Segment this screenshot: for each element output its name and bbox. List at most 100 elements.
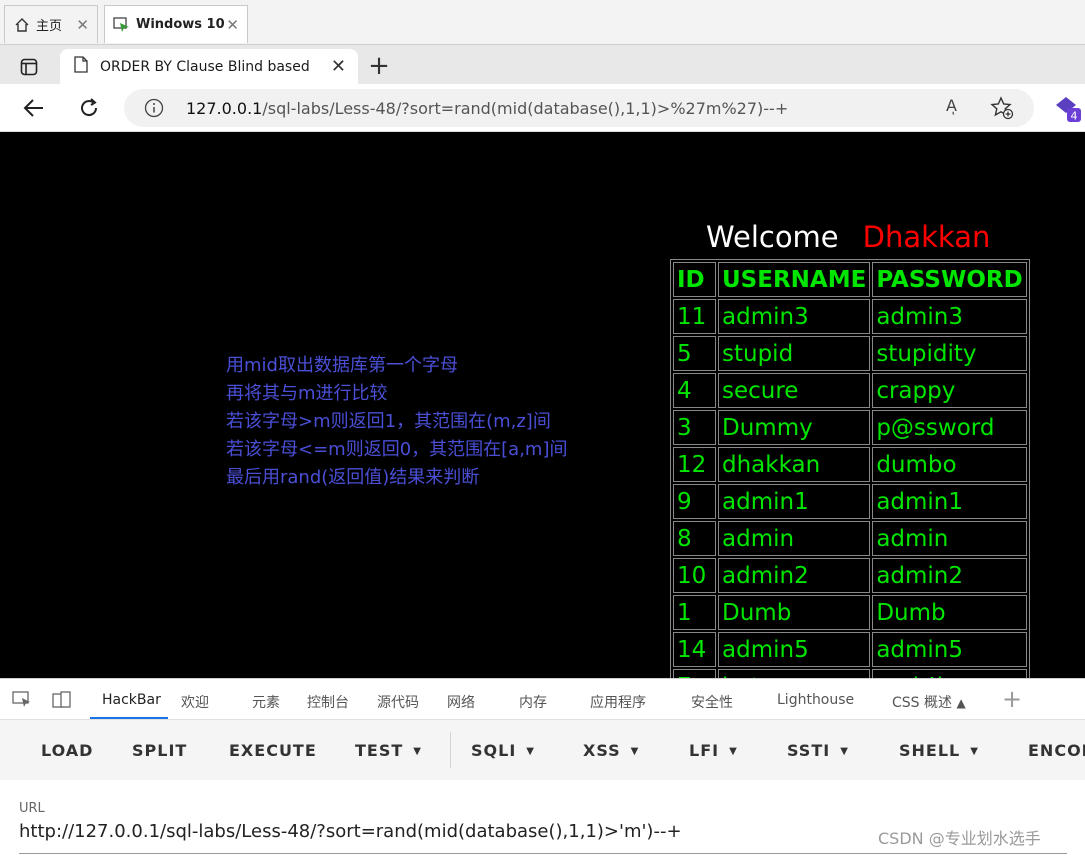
inspect-element-icon[interactable] [12,691,32,713]
lfi-menu-button[interactable]: LFI ▼ [689,741,738,760]
tab-actions-button[interactable] [10,53,48,81]
tab-memory[interactable]: 内存 [519,692,547,712]
close-icon[interactable]: ✕ [226,16,239,34]
add-favorite-icon[interactable] [990,96,1014,124]
tab-sources[interactable]: 源代码 [377,692,419,712]
encoding-menu-button[interactable]: ENCODING [1028,741,1085,760]
back-arrow-icon [23,99,43,117]
cell-password: admin1 [872,484,1027,519]
cell-password: dumbo [872,447,1027,482]
url-host: 127.0.0.1 [186,99,263,118]
note-line: 若该字母<=m则返回0，其范围在[a,m]间 [226,439,568,460]
cell-id: 10 [673,558,716,593]
xss-menu-button[interactable]: XSS ▼ [583,741,639,760]
more-tools-button[interactable]: + [1002,685,1022,713]
cell-username: admin2 [718,558,871,593]
vm-icon [113,16,131,34]
url-path: /sql-labs/Less-48/?sort=rand(mid(databas… [262,99,789,118]
tab-elements[interactable]: 元素 [252,692,280,712]
ssti-label: SSTI [787,741,831,760]
caret-down-icon: ▼ [413,746,422,757]
test-label: TEST [355,741,404,760]
browser-tab-active[interactable]: ORDER BY Clause Blind based ✕ [60,49,358,84]
note-line: 最后用rand(返回值)结果来判断 [226,467,480,488]
cell-username: Dummy [718,410,871,445]
tab-console[interactable]: 控制台 [307,692,349,712]
note-line: 再将其与m进行比较 [226,383,388,404]
devtools-tab-bar: HackBar 欢迎 元素 控制台 源代码 网络 内存 应用程序 安全性 Lig… [0,678,1085,720]
welcome-banner: Welcome Dhakkan [706,220,990,254]
refresh-button[interactable] [73,92,105,124]
table-header-row: ID USERNAME PASSWORD [673,262,1027,297]
column-header-id: ID [673,262,716,297]
vm-tab-home[interactable]: 主页 ✕ [4,5,98,43]
caret-down-icon: ▼ [840,746,849,757]
column-header-username: USERNAME [718,262,871,297]
note-line: 用mid取出数据库第一个字母 [226,355,458,376]
device-toolbar-icon[interactable] [52,691,72,713]
caret-down-icon: ▼ [970,746,979,757]
table-row: 11 admin3 admin3 [673,299,1027,334]
page-viewport: 用mid取出数据库第一个字母 再将其与m进行比较 若该字母>m则返回1，其范围在… [0,132,1085,678]
cell-username: batman [718,669,871,678]
read-aloud-icon[interactable]: Aͅ [946,96,957,115]
hackbar-url-panel: URL http://127.0.0.1/sql-labs/Less-48/?s… [0,780,1085,856]
execute-button[interactable]: EXECUTE [229,741,317,760]
tab-welcome[interactable]: 欢迎 [181,692,209,712]
cell-id: 5 [673,336,716,371]
vm-tab-strip: 主页 ✕ Windows 10 ✕ [0,0,1085,45]
cell-username: stupid [718,336,871,371]
cell-password: stupidity [872,336,1027,371]
document-icon [74,56,88,77]
caret-down-icon: ▼ [630,746,640,757]
ssti-menu-button[interactable]: SSTI ▼ [787,741,849,760]
cell-username: dhakkan [718,447,871,482]
load-button[interactable]: LOAD [41,741,93,760]
shell-menu-button[interactable]: SHELL ▼ [899,741,979,760]
tab-title: ORDER BY Clause Blind based [100,58,310,75]
hackbar-url-field[interactable]: http://127.0.0.1/sql-labs/Less-48/?sort=… [19,821,682,842]
extension-icon[interactable]: 4 [1054,95,1082,127]
results-table: ID USERNAME PASSWORD 11 admin3 admin3 5 stup… [670,259,1030,678]
welcome-text: Welcome [706,220,839,254]
tab-css-overview[interactable]: CSS 概述 ▲ [892,692,966,712]
table-row: 12 dhakkan dumbo [673,447,1027,482]
cell-password: p@ssword [872,410,1027,445]
table-row: 5 stupid stupidity [673,336,1027,371]
test-menu-button[interactable]: TEST ▼ [355,741,422,760]
tab-application[interactable]: 应用程序 [590,692,646,712]
browser-tab-bar: ORDER BY Clause Blind based ✕ + [0,45,1085,84]
user-name: Dhakkan [862,220,991,254]
close-icon[interactable]: ✕ [76,16,89,34]
cell-id: 11 [673,299,716,334]
cell-id: 12 [673,447,716,482]
sqli-label: SQLI [471,741,517,760]
cell-id: 8 [673,521,716,556]
close-tab-icon[interactable]: ✕ [331,56,346,77]
vm-tab-windows[interactable]: Windows 10 ✕ [104,5,248,43]
watermark: CSDN @专业划水选手 [878,829,1041,848]
site-info-icon[interactable] [144,98,164,122]
cell-password: Dumb [872,595,1027,630]
tab-css-overview-label: CSS 概述 [892,695,952,711]
tab-security[interactable]: 安全性 [691,692,733,712]
vm-tab-label: 主页 [36,19,63,34]
column-header-password: PASSWORD [872,262,1027,297]
toolbar-divider [450,732,451,768]
back-button[interactable] [18,92,50,124]
cell-id: 3 [673,410,716,445]
table-row: 7batmanmob!le [673,669,1027,678]
cell-password: crappy [872,373,1027,408]
cell-username: admin1 [718,484,871,519]
table-row: 14 admin5 admin5 [673,632,1027,667]
new-tab-button[interactable]: + [364,51,394,81]
tab-hackbar[interactable]: HackBar [102,692,161,708]
cell-username: admin5 [718,632,871,667]
tab-network[interactable]: 网络 [447,692,475,712]
url-input[interactable]: 127.0.0.1/sql-labs/Less-48/?sort=rand(mi… [124,89,1034,127]
sqli-menu-button[interactable]: SQLI ▼ [471,741,535,760]
home-icon [13,16,31,34]
cell-id: 14 [673,632,716,667]
split-button[interactable]: SPLIT [132,741,187,760]
tab-lighthouse[interactable]: Lighthouse [777,692,854,708]
